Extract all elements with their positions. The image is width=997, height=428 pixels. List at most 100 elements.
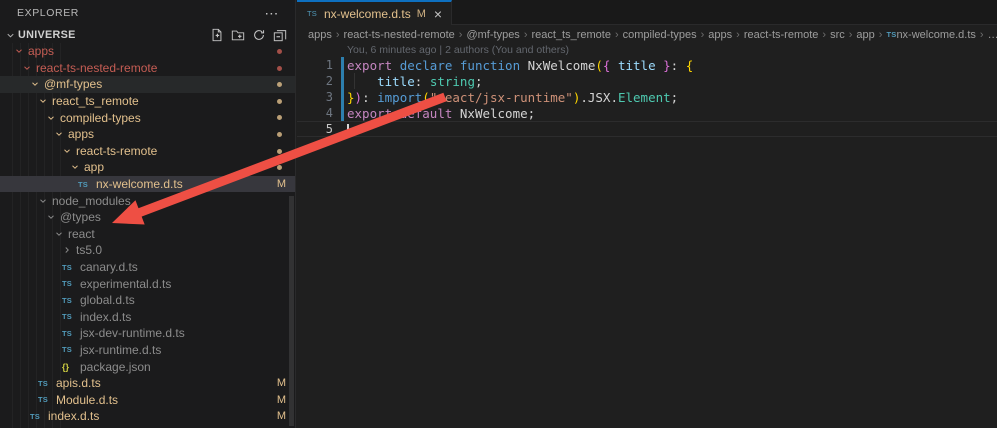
tree-item-module-d-ts[interactable]: TSModule.d.tsM [0,391,295,408]
breadcrumb-separator-icon: › [980,29,984,41]
text-cursor [347,124,349,137]
chevron-down-icon [54,129,66,139]
breadcrumb-item-src[interactable]: src [830,29,845,41]
tree-item-label: apps [68,127,94,141]
breadcrumb-separator-icon: › [524,29,528,41]
code-line-5[interactable]: 5 [297,121,997,137]
file-tree: appsreact-ts-nested-remote@mf-typesreact… [0,43,295,428]
tree-item-apps[interactable]: apps [0,126,295,143]
breadcrumb-item-react-ts-nested-remote[interactable]: react-ts-nested-remote [344,29,455,41]
code-text: export default NxWelcome; [333,106,535,121]
chevron-down-icon [14,46,26,56]
breadcrumb-overflow[interactable]: … [988,29,997,41]
breadcrumb-item-mf-types[interactable]: @mf-types [466,29,519,41]
typescript-file-icon: TS [62,296,78,305]
code-line-3[interactable]: 3}): import("react/jsx-runtime").JSX.Ele… [297,89,997,105]
breadcrumb-item-app[interactable]: app [856,29,874,41]
tab-close-icon[interactable]: × [434,9,442,19]
tree-item-react-ts-nested-remote[interactable]: react-ts-nested-remote [0,60,295,77]
line-number: 5 [297,122,333,136]
explorer-more-actions-icon[interactable]: ⋯ [264,8,279,18]
breadcrumb-item-react-ts-remote[interactable]: react_ts_remote [531,29,610,41]
tree-item-label: jsx-dev-runtime.d.ts [80,326,185,340]
line-number: 4 [297,106,333,120]
section-title: UNIVERSE [18,29,210,41]
breadcrumb-separator-icon: › [336,29,340,41]
code-line-1[interactable]: 1export declare function NxWelcome({ tit… [297,57,997,73]
tree-item-label: canary.d.ts [80,260,138,274]
breadcrumb-item-apps[interactable]: apps [708,29,732,41]
tree-item-label: react [68,227,95,241]
git-blame-annotation: You, 6 minutes ago | 2 authors (You and … [347,44,569,56]
breadcrumb-item-nx-welcome-d-ts[interactable]: nx-welcome.d.ts [896,29,975,41]
tree-item-react-ts-remote[interactable]: react_ts_remote [0,93,295,110]
code-text [333,122,349,137]
code-line-4[interactable]: 4export default NxWelcome; [297,105,997,121]
gutter-modified-indicator [341,73,344,89]
new-folder-icon[interactable] [231,28,245,42]
tree-item-label: global.d.ts [80,293,135,307]
gutter-modified-indicator [341,57,344,73]
tree-item-label: apis.d.ts [56,376,101,390]
chevron-down-icon [62,146,74,156]
tree-item-index-d-ts[interactable]: TSindex.d.tsM [0,408,295,425]
breadcrumb-separator-icon: › [736,29,740,41]
tree-item-jsx-dev-runtime-d-ts[interactable]: TSjsx-dev-runtime.d.ts [0,325,295,342]
breadcrumb-item-compiled-types[interactable]: compiled-types [623,29,697,41]
tree-item-nx-welcome-d-ts[interactable]: TSnx-welcome.d.tsM [0,176,295,193]
tree-item-label: react_ts_remote [52,94,139,108]
code-lines: 1export declare function NxWelcome({ tit… [297,57,997,137]
git-modified-badge: M [277,377,286,389]
code-text: title: string; [333,74,483,89]
chevron-down-icon [5,30,16,41]
breadcrumb-separator-icon: › [459,29,463,41]
vscode-window: EXPLORER ⋯ UNIVERSE [0,0,997,428]
new-file-icon[interactable] [210,28,224,42]
tree-item-canary-d-ts[interactable]: TScanary.d.ts [0,259,295,276]
collapse-all-icon[interactable] [273,28,287,42]
tree-item-types[interactable]: @types [0,209,295,226]
line-number: 2 [297,74,333,88]
tree-item-app[interactable]: app [0,159,295,176]
breadcrumb-item-react-ts-remote[interactable]: react-ts-remote [744,29,819,41]
tree-item-label: react-ts-remote [76,144,157,158]
breadcrumb-separator-icon: › [822,29,826,41]
tree-item-package-json[interactable]: {}package.json [0,358,295,375]
tree-item-compiled-types[interactable]: compiled-types [0,109,295,126]
refresh-icon[interactable] [252,28,266,42]
typescript-file-icon: TS [38,395,54,404]
editor-group: TS nx-welcome.d.ts M × apps › react-ts-nes… [297,0,997,428]
git-status-dot [277,149,282,154]
tree-item-react[interactable]: react [0,226,295,243]
typescript-file-icon: TS [307,9,324,18]
tree-item-label: ts5.0 [76,243,102,257]
tree-item-index-d-ts[interactable]: TSindex.d.ts [0,309,295,326]
breadcrumb-item-apps[interactable]: apps [308,29,332,41]
code-line-2[interactable]: 2 title: string; [297,73,997,89]
tree-item-label: react-ts-nested-remote [36,61,157,75]
sidebar-scrollbar[interactable] [289,196,294,426]
chevron-down-icon [38,96,50,106]
tree-item-experimental-d-ts[interactable]: TSexperimental.d.ts [0,275,295,292]
git-status-dot [277,115,282,120]
git-status-dot [277,66,282,71]
tree-item-mf-types[interactable]: @mf-types [0,76,295,93]
tree-item-apps[interactable]: apps [0,43,295,60]
chevron-down-icon [54,229,66,239]
tree-item-label: index.d.ts [48,409,99,423]
tree-item-label: @mf-types [44,77,102,91]
tree-item-react-ts-remote[interactable]: react-ts-remote [0,143,295,160]
git-modified-badge: M [277,394,286,406]
chevron-right-icon [62,245,74,255]
tree-item-global-d-ts[interactable]: TSglobal.d.ts [0,292,295,309]
tree-item-ts5-0[interactable]: ts5.0 [0,242,295,259]
tree-item-jsx-runtime-d-ts[interactable]: TSjsx-runtime.d.ts [0,342,295,359]
breadcrumb: apps›react-ts-nested-remote›@mf-types›re… [297,25,997,44]
chevron-down-icon [46,113,58,123]
tree-item-label: package.json [80,360,151,374]
tree-item-apis-d-ts[interactable]: TSapis.d.tsM [0,375,295,392]
tree-item-node-modules[interactable]: node_modules [0,192,295,209]
breadcrumb-separator-icon: › [615,29,619,41]
section-header-universe[interactable]: UNIVERSE [0,26,295,44]
tab-nx-welcome[interactable]: TS nx-welcome.d.ts M × [297,0,452,25]
